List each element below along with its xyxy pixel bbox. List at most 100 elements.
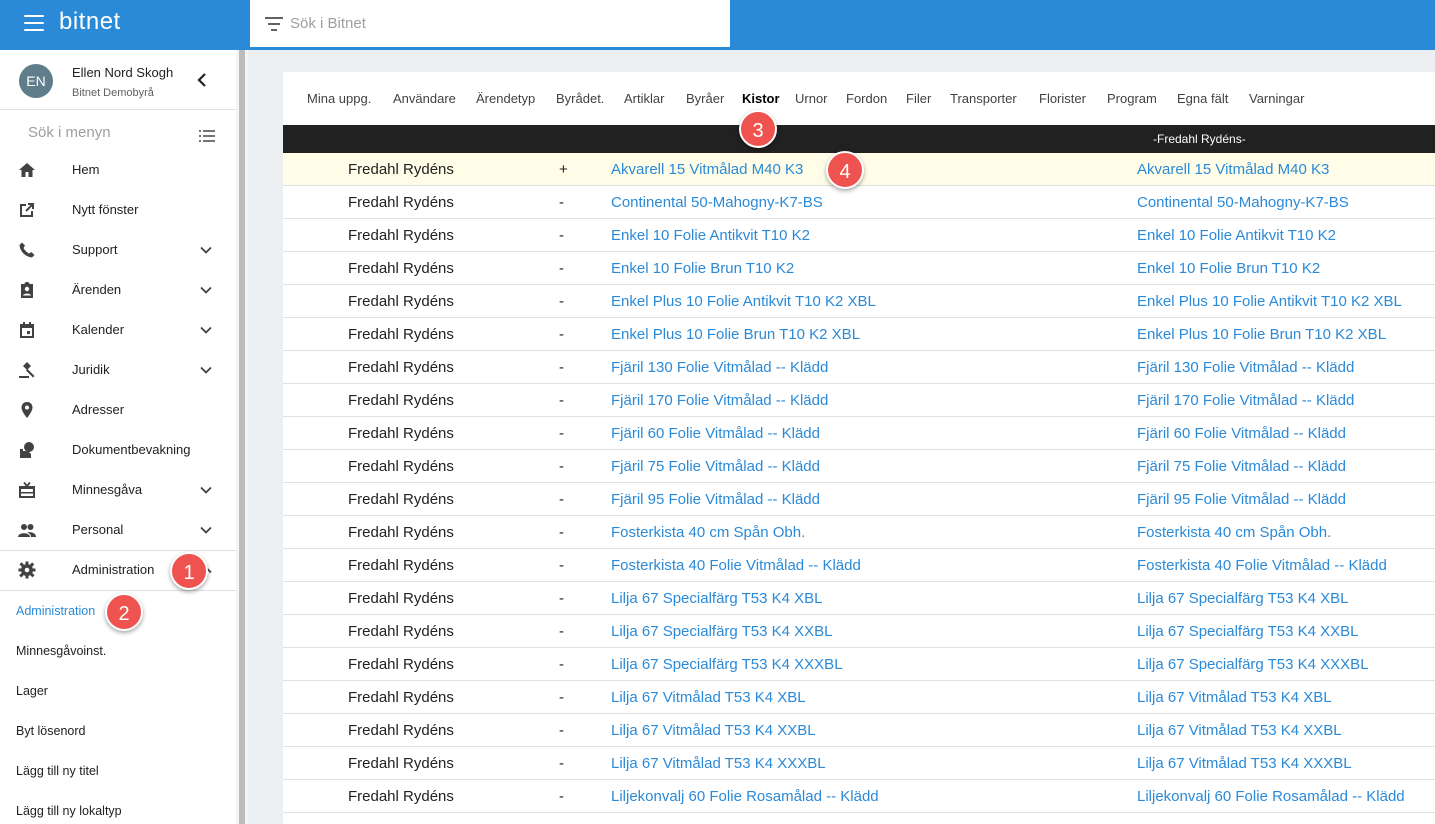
cell-flag[interactable]: -: [559, 458, 564, 475]
scrollbar-thumb[interactable]: [239, 50, 245, 824]
tab-urnor[interactable]: Urnor: [795, 91, 828, 106]
tab-arendetyp[interactable]: Ärendetyp: [476, 91, 535, 106]
cell-coffin-name-link[interactable]: Fosterkista 40 cm Spån Obh.: [611, 524, 805, 541]
cell-flag[interactable]: -: [559, 590, 564, 607]
cell-coffin-name-link[interactable]: Fjäril 60 Folie Vitmålad -- Klädd: [611, 425, 820, 442]
tab-program[interactable]: Program: [1107, 91, 1157, 106]
table-row[interactable]: Fredahl Rydéns - Fjäril 170 Folie Vitmålad…: [283, 384, 1435, 417]
table-row[interactable]: Fredahl Rydéns - Fjäril 75 Folie Vitmålad …: [283, 450, 1435, 483]
cell-coffin-name-link[interactable]: Enkel 10 Folie Brun T10 K2: [611, 260, 794, 277]
cell-flag[interactable]: -: [559, 689, 564, 706]
cell-coffin-supplier-name-link[interactable]: Fjäril 130 Folie Vitmålad -- Klädd: [1137, 359, 1354, 376]
sub-item-administration[interactable]: Administration: [16, 604, 95, 618]
cell-coffin-supplier-name-link[interactable]: Fjäril 60 Folie Vitmålad -- Klädd: [1137, 425, 1346, 442]
tab-kistor[interactable]: Kistor: [742, 91, 780, 106]
tab-filer[interactable]: Filer: [906, 91, 931, 106]
table-row[interactable]: Fredahl Rydéns - Enkel Plus 10 Folie Antik…: [283, 285, 1435, 318]
table-row[interactable]: Fredahl Rydéns - Liljekonvalj 60 Folie Ros…: [283, 780, 1435, 813]
sidebar-item-minnesgava[interactable]: Minnesgåva: [0, 470, 236, 510]
cell-coffin-name-link[interactable]: Fjäril 130 Folie Vitmålad -- Klädd: [611, 359, 828, 376]
tab-egna-falt[interactable]: Egna fält: [1177, 91, 1228, 106]
sidebar-scrollbar[interactable]: [236, 50, 248, 824]
cell-coffin-supplier-name-link[interactable]: Lilja 67 Vitmålad T53 K4 XXXBL: [1137, 755, 1352, 772]
cell-coffin-name-link[interactable]: Akvarell 15 Vitmålad M40 K3: [611, 161, 803, 178]
cell-coffin-name-link[interactable]: Continental 50-Mahogny-K7-BS: [611, 194, 823, 211]
cell-flag[interactable]: -: [559, 491, 564, 508]
cell-coffin-supplier-name-link[interactable]: Enkel 10 Folie Brun T10 K2: [1137, 260, 1320, 277]
cell-coffin-supplier-name-link[interactable]: Continental 50-Mahogny-K7-BS: [1137, 194, 1349, 211]
list-search-icon[interactable]: [199, 129, 215, 143]
cell-flag[interactable]: -: [559, 260, 564, 277]
cell-coffin-name-link[interactable]: Lilja 67 Specialfärg T53 K4 XXBL: [611, 623, 833, 640]
cell-flag[interactable]: -: [559, 524, 564, 541]
table-row[interactable]: Fredahl Rydéns - Lilja 67 Specialfärg T53 …: [283, 615, 1435, 648]
cell-flag[interactable]: -: [559, 623, 564, 640]
cell-coffin-supplier-name-link[interactable]: Enkel Plus 10 Folie Brun T10 K2 XBL: [1137, 326, 1386, 343]
cell-coffin-name-link[interactable]: Liljekonvalj 60 Folie Rosamålad -- Klädd: [611, 788, 879, 805]
cell-coffin-name-link[interactable]: Enkel Plus 10 Folie Antikvit T10 K2 XBL: [611, 293, 876, 310]
cell-flag[interactable]: -: [559, 392, 564, 409]
cell-flag[interactable]: -: [559, 788, 564, 805]
sidebar-item-kalender[interactable]: Kalender: [0, 310, 236, 350]
tab-anvandare[interactable]: Användare: [393, 91, 456, 106]
table-row[interactable]: Fredahl Rydéns - Lilja 67 Specialfärg T53 …: [283, 648, 1435, 681]
tab-byradet[interactable]: Byrådet.: [556, 91, 604, 106]
sub-item-lager[interactable]: Lager: [16, 684, 48, 698]
table-row[interactable]: Fredahl Rydéns - Continental 50-Mahogny-K7…: [283, 186, 1435, 219]
table-row[interactable]: Fredahl Rydéns - Fjäril 130 Folie Vitmålad…: [283, 351, 1435, 384]
cell-coffin-name-link[interactable]: Enkel 10 Folie Antikvit T10 K2: [611, 227, 810, 244]
tab-fordon[interactable]: Fordon: [846, 91, 887, 106]
sidebar-item-personal[interactable]: Personal: [0, 510, 236, 550]
cell-coffin-supplier-name-link[interactable]: Fjäril 170 Folie Vitmålad -- Klädd: [1137, 392, 1354, 409]
table-row[interactable]: Fredahl Rydéns - Fosterkista 40 cm Spån Ob…: [283, 516, 1435, 549]
cell-flag[interactable]: -: [559, 557, 564, 574]
cell-coffin-name-link[interactable]: Lilja 67 Specialfärg T53 K4 XBL: [611, 590, 823, 607]
cell-coffin-supplier-name-link[interactable]: Fosterkista 40 Folie Vitmålad -- Klädd: [1137, 557, 1387, 574]
table-row[interactable]: Fredahl Rydéns - Fjäril 95 Folie Vitmålad …: [283, 483, 1435, 516]
tab-florister[interactable]: Florister: [1039, 91, 1086, 106]
sidebar-item-hem[interactable]: Hem: [0, 150, 236, 190]
cell-coffin-supplier-name-link[interactable]: Lilja 67 Vitmålad T53 K4 XBL: [1137, 689, 1332, 706]
cell-flag[interactable]: -: [559, 227, 564, 244]
tab-byraer[interactable]: Byråer: [686, 91, 724, 106]
cell-flag[interactable]: -: [559, 293, 564, 310]
cell-flag[interactable]: +: [559, 161, 568, 178]
cell-coffin-name-link[interactable]: Lilja 67 Vitmålad T53 K4 XBL: [611, 689, 806, 706]
sub-item-lagg-till-lokaltyp[interactable]: Lägg till ny lokaltyp: [16, 804, 122, 818]
table-row[interactable]: Fredahl Rydéns - Enkel 10 Folie Antikvit T…: [283, 219, 1435, 252]
table-row[interactable]: Fredahl Rydéns - Fosterkista 40 Folie Vitm…: [283, 549, 1435, 582]
global-search[interactable]: [250, 0, 730, 47]
table-row[interactable]: Fredahl Rydéns - Lilja 67 Vitmålad T53 K4 …: [283, 714, 1435, 747]
cell-coffin-supplier-name-link[interactable]: Lilja 67 Specialfärg T53 K4 XBL: [1137, 590, 1349, 607]
cell-coffin-name-link[interactable]: Fosterkista 40 Folie Vitmålad -- Klädd: [611, 557, 861, 574]
cell-coffin-name-link[interactable]: Lilja 67 Vitmålad T53 K4 XXBL: [611, 722, 816, 739]
cell-coffin-supplier-name-link[interactable]: Fosterkista 40 cm Spån Obh.: [1137, 524, 1331, 541]
chevron-left-icon[interactable]: [194, 72, 210, 88]
tab-varningar[interactable]: Varningar: [1249, 91, 1304, 106]
cell-coffin-name-link[interactable]: Lilja 67 Vitmålad T53 K4 XXXBL: [611, 755, 826, 772]
cell-coffin-supplier-name-link[interactable]: Enkel 10 Folie Antikvit T10 K2: [1137, 227, 1336, 244]
cell-coffin-name-link[interactable]: Lilja 67 Specialfärg T53 K4 XXXBL: [611, 656, 843, 673]
cell-flag[interactable]: -: [559, 194, 564, 211]
cell-coffin-name-link[interactable]: Enkel Plus 10 Folie Brun T10 K2 XBL: [611, 326, 860, 343]
cell-flag[interactable]: -: [559, 722, 564, 739]
sub-item-lagg-till-titel[interactable]: Lägg till ny titel: [16, 764, 99, 778]
table-row[interactable]: Fredahl Rydéns - Fjäril 60 Folie Vitmålad …: [283, 417, 1435, 450]
cell-flag[interactable]: -: [559, 326, 564, 343]
cell-flag[interactable]: -: [559, 359, 564, 376]
sub-item-minnesgavoinst[interactable]: Minnesgåvoinst.: [16, 644, 106, 658]
cell-coffin-supplier-name-link[interactable]: Fjäril 95 Folie Vitmålad -- Klädd: [1137, 491, 1346, 508]
sidebar-item-dokumentbevakning[interactable]: Dokumentbevakning: [0, 430, 236, 470]
table-row[interactable]: Fredahl Rydéns - Enkel Plus 10 Folie Brun …: [283, 318, 1435, 351]
sidebar-item-nytt-fonster[interactable]: Nytt fönster: [0, 190, 236, 230]
cell-coffin-supplier-name-link[interactable]: Liljekonvalj 60 Folie Rosamålad -- Klädd: [1137, 788, 1405, 805]
sidebar-item-adresser[interactable]: Adresser: [0, 390, 236, 430]
avatar[interactable]: EN: [19, 64, 53, 98]
cell-coffin-name-link[interactable]: Fjäril 170 Folie Vitmålad -- Klädd: [611, 392, 828, 409]
cell-coffin-name-link[interactable]: Fjäril 95 Folie Vitmålad -- Klädd: [611, 491, 820, 508]
tab-mina-uppg[interactable]: Mina uppg.: [307, 91, 371, 106]
sidebar-item-support[interactable]: Support: [0, 230, 236, 270]
cell-coffin-name-link[interactable]: Fjäril 75 Folie Vitmålad -- Klädd: [611, 458, 820, 475]
tab-artiklar[interactable]: Artiklar: [624, 91, 664, 106]
sidebar-item-juridik[interactable]: Juridik: [0, 350, 236, 390]
